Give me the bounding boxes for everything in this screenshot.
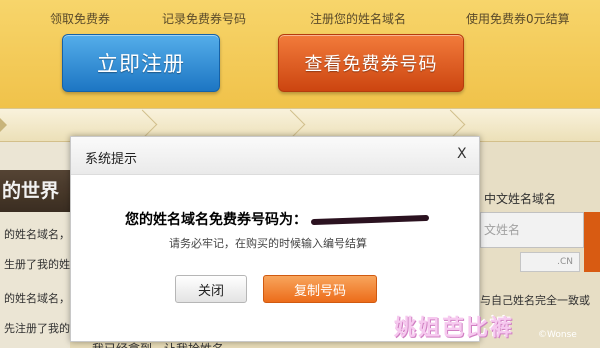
view-coupon-button[interactable]: 查看免费券号码 (278, 34, 464, 92)
step-4: 使用免费券0元结算 (466, 12, 570, 26)
step-2: 记录免费券号码 (162, 12, 247, 26)
watermark-credit: ©Wonse (538, 330, 577, 340)
reminder-note: 请务必牢记，在购买的时候输入编号结算 (169, 237, 367, 250)
step-3: 注册您的姓名域名 (310, 12, 407, 26)
coupon-code-redacted (311, 214, 429, 226)
close-icon[interactable]: X (457, 146, 467, 162)
copy-code-button[interactable]: 复制号码 (263, 275, 377, 303)
step-arrow-icon (0, 118, 7, 132)
watermark-logo: 姚姐芭比裤 (394, 316, 515, 341)
coupon-code-label: 您的姓名域名免费券号码为： (125, 212, 307, 228)
dialog-title: 系统提示 (85, 152, 138, 167)
step-1: 领取免费券 (50, 12, 111, 26)
dialog-header: 系统提示 X (71, 137, 479, 175)
close-button[interactable]: 关闭 (175, 275, 247, 303)
register-now-button[interactable]: 立即注册 (62, 34, 220, 92)
coupon-code-line: 您的姓名域名免费券号码为： (125, 209, 429, 229)
